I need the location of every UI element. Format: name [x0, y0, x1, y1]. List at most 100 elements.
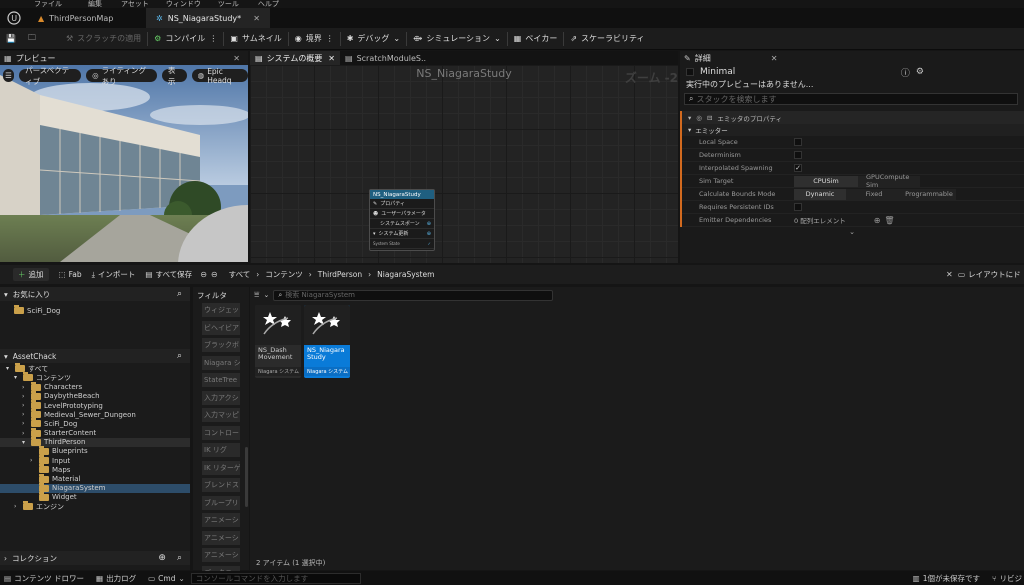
breadcrumb-niagarasystem[interactable]: NiagaraSystem — [377, 270, 434, 279]
bounds-dynamic[interactable]: Dynamic — [794, 188, 846, 200]
expand-icon[interactable]: › — [22, 430, 28, 437]
asset-tile-ns-niagara-study[interactable]: NS_Niagara Study Niagara システム — [304, 305, 350, 378]
revision-control-button[interactable]: ⑂ リビジ — [992, 573, 1022, 584]
bounds-programmable[interactable]: Programmable — [902, 188, 956, 200]
stack-search-input[interactable]: ⌕ スタックを検索します — [684, 93, 1018, 105]
favorite-item[interactable]: SciFi_Dog — [0, 305, 190, 315]
tab-system-overview[interactable]: ▤ システムの概要 ✕ — [250, 51, 340, 65]
filter-chip[interactable]: アニメーシ — [202, 513, 240, 527]
tree-item[interactable]: ▾ すべて — [0, 363, 190, 373]
node-row-system-update[interactable]: ▾ システム更新 ⊕ — [370, 229, 434, 239]
menu-file[interactable]: ファイル — [34, 1, 62, 8]
tree-item[interactable]: Material — [0, 473, 190, 483]
menu-asset[interactable]: アセット — [121, 1, 149, 8]
menu-help[interactable]: ヘルプ — [258, 1, 279, 8]
expand-icon[interactable]: › — [22, 411, 28, 418]
tab-ns-niagara-study[interactable]: ✲ NS_NiagaraStudy* ✕ — [146, 8, 270, 28]
tab-scratch-module[interactable]: ▤ ScratchModuleS.. — [340, 51, 430, 65]
filter-chip[interactable]: Niagara シ — [202, 355, 240, 370]
gear-icon[interactable]: ⚙ — [916, 67, 924, 77]
filter-chip[interactable]: StateTree — [202, 373, 240, 387]
chevron-down-icon[interactable]: ⌄ — [680, 228, 1024, 236]
close-icon[interactable]: ✕ — [233, 54, 240, 63]
thumbnail-button[interactable]: ▣ サムネイル — [224, 28, 287, 50]
close-icon[interactable]: ✕ — [771, 54, 778, 63]
tree-item[interactable]: › Characters — [0, 381, 190, 392]
tree-item[interactable]: › DaybytheBeach — [0, 390, 190, 401]
tree-item[interactable]: ▾ コンテンツ — [0, 372, 190, 382]
sim-target-gpu[interactable]: GPUCompute Sim — [858, 173, 920, 189]
unsaved-button[interactable]: ▥ 1個が未保存です — [913, 573, 980, 584]
tree-item[interactable]: › SciFi_Dog — [0, 418, 190, 428]
collapse-icon[interactable]: ▾ — [14, 374, 20, 381]
chevron-down-icon[interactable]: ⌄ — [263, 291, 269, 299]
filter-chip[interactable]: コントロー — [202, 425, 240, 440]
bounds-button[interactable]: ◉ 境界 ⋮ — [289, 28, 340, 50]
expand-icon[interactable]: › — [14, 503, 20, 510]
add-icon[interactable]: ⊕ — [158, 553, 166, 563]
filter-chip[interactable]: ブラックボ — [202, 338, 240, 352]
compile-button[interactable]: ⚙ コンパイル ⋮ — [148, 28, 223, 50]
collapse-icon[interactable]: ▾ — [22, 439, 28, 446]
simulation-button[interactable]: ⟴ シミュレーション ⌄ — [407, 28, 507, 50]
search-icon[interactable]: ⌕ — [177, 351, 182, 361]
tree-item[interactable]: NiagaraSystem — [0, 482, 190, 493]
add-icon[interactable]: ⊕ — [427, 221, 431, 227]
add-button[interactable]: ＋追加 — [13, 268, 49, 281]
persistent-checkbox[interactable] — [794, 203, 802, 211]
close-icon[interactable]: ✕ — [328, 54, 335, 63]
sim-target-cpu[interactable]: CPUSim — [794, 175, 858, 187]
filter-chip[interactable]: ウィジェット — [202, 303, 240, 317]
fab-button[interactable]: ⬚ Fab — [59, 270, 82, 279]
import-button[interactable]: ⤓ インポート — [92, 269, 136, 280]
lighting-button[interactable]: ◎ ライティングあり — [86, 66, 157, 86]
filter-chip[interactable]: アニメーシ — [202, 530, 240, 545]
dock-layout-button[interactable]: ▭ レイアウトにド — [958, 269, 1021, 280]
viewport-menu-button[interactable]: ☰ — [3, 69, 15, 82]
node-row-system-spawn[interactable]: システムスポーン ⊕ — [370, 219, 434, 229]
bounds-fixed[interactable]: Fixed — [846, 188, 902, 200]
debug-button[interactable]: ✱ デバッグ ⌄ — [341, 28, 406, 50]
node-row-properties[interactable]: ✎ プロパティ — [370, 199, 434, 209]
add-icon[interactable]: ⊕ — [427, 231, 431, 237]
filter-chip[interactable]: ブレンドス — [202, 478, 240, 492]
asset-search-input[interactable]: ⌕ 検索 NiagaraSystem — [273, 289, 554, 301]
system-overview-graph[interactable]: NS_NiagaraStudy ズーム -2 NS_NiagaraStudy ✎… — [250, 65, 678, 263]
cmd-selector[interactable]: ▭ Cmd ⌄ — [148, 574, 185, 583]
expand-icon[interactable]: › — [22, 402, 28, 409]
trash-icon[interactable]: 🗑 — [884, 216, 894, 225]
expand-icon[interactable]: › — [30, 457, 36, 464]
scratch-apply-button[interactable]: ⚒ スクラッチの適用 — [60, 28, 147, 50]
save-button[interactable]: 💾 — [0, 28, 22, 50]
tree-item[interactable]: Maps — [0, 464, 190, 474]
tree-item[interactable]: › エンジン — [0, 501, 190, 511]
forward-icon[interactable]: ⊖ — [211, 270, 218, 279]
collections-header[interactable]: › コレクション ⊕ ⌕ — [0, 551, 190, 565]
enable-checkbox[interactable] — [686, 68, 694, 76]
preview-viewport[interactable]: ☰ パースペクティブ ◎ ライティングあり 表示 ◍ Epic Headq — [0, 65, 248, 262]
expand-icon[interactable]: › — [22, 393, 28, 400]
expand-icon[interactable]: › — [22, 384, 28, 391]
close-icon[interactable]: ✕ — [946, 270, 953, 279]
node-row-user-params[interactable]: ☻ ユーザーパラメータ — [370, 209, 434, 219]
menu-window[interactable]: ウィンドウ — [166, 1, 201, 8]
save-all-button[interactable]: ▤ すべて保存 — [145, 269, 192, 280]
determinism-checkbox[interactable] — [794, 151, 802, 159]
system-node[interactable]: NS_NiagaraStudy ✎ プロパティ ☻ ユーザーパラメータ システムスポ… — [369, 189, 435, 251]
filter-chip[interactable]: IK リグ — [202, 443, 240, 457]
tree-item[interactable]: › Input — [0, 455, 190, 465]
perspective-button[interactable]: パースペクティブ — [19, 66, 82, 86]
emitter-properties-header[interactable]: ▾ ◎ ⊟ エミッタのプロパティ — [680, 111, 1024, 124]
tree-item[interactable]: Blueprints — [0, 445, 190, 456]
filter-icon[interactable]: ⩸ — [254, 290, 259, 300]
filter-scrollbar[interactable] — [245, 447, 248, 507]
scalability-button[interactable]: ⇗ スケーラビリティ — [564, 28, 650, 50]
back-icon[interactable]: ⊖ — [200, 270, 207, 279]
filter-chip[interactable]: ビヘイビア — [202, 320, 240, 335]
breadcrumb-all[interactable]: すべて — [229, 269, 251, 280]
search-icon[interactable]: ⌕ — [177, 289, 182, 299]
content-drawer-button[interactable]: ▤ コンテンツ ドロワー — [4, 573, 84, 584]
tree-item[interactable]: › Medieval_Sewer_Dungeon — [0, 409, 190, 419]
filter-chip[interactable]: IK リターゲ — [202, 460, 240, 475]
collapse-icon[interactable]: ▾ — [6, 365, 12, 372]
